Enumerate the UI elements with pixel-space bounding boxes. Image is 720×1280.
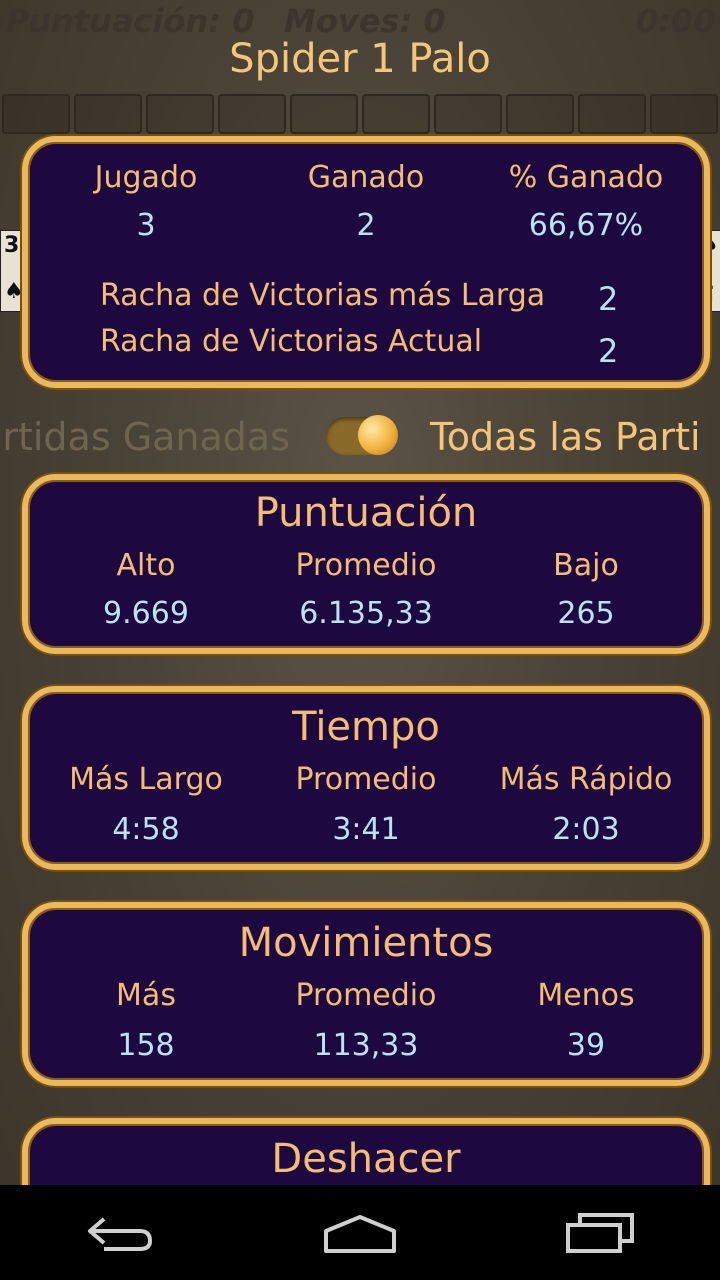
win-pct-label: % Ganado bbox=[508, 160, 664, 195]
time-avg-label: Promedio bbox=[295, 762, 437, 797]
time-fastest-label: Más Rápido bbox=[499, 762, 673, 797]
score-panel-title: Puntuación bbox=[254, 490, 478, 536]
moves-avg-label: Promedio bbox=[295, 978, 437, 1013]
recents-icon bbox=[566, 1213, 634, 1253]
score-avg-label: Promedio bbox=[295, 548, 437, 583]
current-streak-value: 2 bbox=[598, 332, 619, 370]
navigation-bar bbox=[0, 1185, 720, 1280]
filter-toggle-row: rtidas Ganadas Todas las Parti bbox=[0, 405, 720, 475]
time-longest-value: 4:58 bbox=[112, 812, 180, 847]
score-avg-value: 6.135,33 bbox=[299, 596, 433, 631]
card-slot bbox=[74, 94, 142, 134]
moves-most-value: 158 bbox=[117, 1028, 175, 1063]
longest-streak-label: Racha de Victorias más Larga bbox=[100, 278, 546, 313]
win-pct-value: 66,67% bbox=[528, 208, 644, 243]
card-slot bbox=[506, 94, 574, 134]
card-slot bbox=[650, 94, 718, 134]
card-slot bbox=[362, 94, 430, 134]
game-screen: Puntuación: 0 Moves: 0 0:00 Spider 1 Pal… bbox=[0, 0, 720, 1185]
card-slot bbox=[146, 94, 214, 134]
games-filter-toggle[interactable] bbox=[326, 415, 398, 455]
time-longest-label: Más Largo bbox=[69, 762, 223, 797]
toggle-knob[interactable] bbox=[358, 415, 398, 455]
score-low-label: Bajo bbox=[553, 548, 619, 583]
recents-button[interactable] bbox=[480, 1185, 720, 1280]
home-icon bbox=[324, 1215, 396, 1253]
summary-panel: Jugado 3 Ganado 2 % Ganado 66,67% Racha … bbox=[22, 136, 710, 388]
card-slot bbox=[434, 94, 502, 134]
time-panel: Tiempo Más Largo 4:58 Promedio 3:41 Más … bbox=[22, 686, 710, 870]
moves-panel-title: Movimientos bbox=[238, 920, 494, 966]
moves-panel: Movimientos Más 158 Promedio 113,33 Meno… bbox=[22, 902, 710, 1086]
time-fastest-value: 2:03 bbox=[552, 812, 620, 847]
won-games-filter-label[interactable]: rtidas Ganadas bbox=[2, 415, 290, 459]
score-low-value: 265 bbox=[557, 596, 615, 631]
card-slot bbox=[218, 94, 286, 134]
time-panel-title: Tiempo bbox=[292, 704, 440, 750]
card-slot bbox=[2, 94, 70, 134]
card-slot bbox=[578, 94, 646, 134]
moves-most-label: Más bbox=[116, 978, 176, 1013]
back-icon bbox=[88, 1217, 153, 1251]
home-button[interactable] bbox=[240, 1185, 480, 1280]
moves-avg-value: 113,33 bbox=[313, 1028, 419, 1063]
longest-streak-value: 2 bbox=[598, 280, 619, 318]
card-slots bbox=[0, 94, 720, 134]
page-title: Spider 1 Palo bbox=[229, 36, 491, 82]
left-card-rank: 3 bbox=[4, 233, 20, 258]
won-value: 2 bbox=[356, 208, 376, 243]
moves-least-label: Menos bbox=[537, 978, 635, 1013]
current-streak-label: Racha de Victorias Actual bbox=[100, 324, 483, 359]
back-button[interactable] bbox=[0, 1185, 240, 1280]
undo-panel: Deshacer bbox=[22, 1118, 710, 1185]
time-avg-value: 3:41 bbox=[332, 812, 400, 847]
moves-least-value: 39 bbox=[566, 1028, 606, 1063]
timer-readout: 0:00 bbox=[636, 2, 716, 40]
played-label: Jugado bbox=[94, 160, 198, 195]
all-games-filter-label[interactable]: Todas las Parti bbox=[430, 415, 701, 459]
score-readout: Puntuación: 0 bbox=[6, 2, 255, 40]
moves-readout: Moves: 0 bbox=[284, 2, 446, 40]
played-value: 3 bbox=[136, 208, 156, 243]
score-high-label: Alto bbox=[116, 548, 176, 583]
score-panel: Puntuación Alto 9.669 Promedio 6.135,33 … bbox=[22, 474, 710, 654]
won-label: Ganado bbox=[307, 160, 425, 195]
left-card-suit: ♠ bbox=[4, 279, 24, 304]
score-high-value: 9.669 bbox=[103, 596, 189, 631]
card-slot bbox=[290, 94, 358, 134]
undo-panel-title: Deshacer bbox=[271, 1136, 461, 1182]
